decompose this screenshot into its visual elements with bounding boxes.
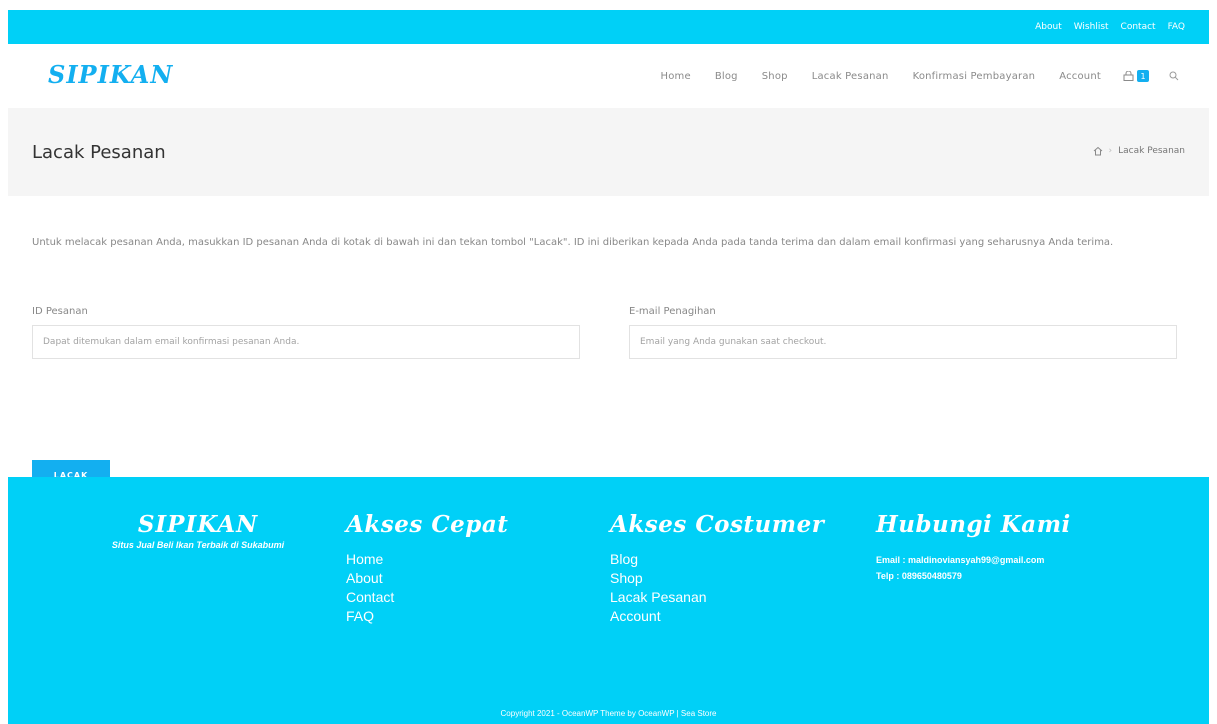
top-link-about[interactable]: About: [1035, 22, 1062, 32]
footer-brand: SIPIKAN Situs Jual Beli Ikan Terbaik di …: [68, 511, 328, 550]
nav-lacak-pesanan[interactable]: Lacak Pesanan: [812, 71, 889, 82]
top-bar: About Wishlist Contact FAQ: [8, 10, 1209, 44]
footer-link-lacak-pesanan[interactable]: Lacak Pesanan: [610, 588, 824, 607]
nav-blog[interactable]: Blog: [715, 71, 738, 82]
footer-logo[interactable]: SIPIKAN: [68, 511, 328, 538]
footer-link-home[interactable]: Home: [346, 550, 508, 569]
search-icon[interactable]: [1169, 71, 1179, 81]
breadcrumb-separator: ›: [1108, 146, 1113, 156]
nav-home[interactable]: Home: [660, 71, 690, 82]
order-id-field-group: ID Pesanan: [32, 306, 580, 359]
home-icon[interactable]: [1093, 146, 1103, 156]
nav-shop[interactable]: Shop: [762, 71, 788, 82]
footer-contact: Hubungi Kami Email : maldinoviansyah99@g…: [876, 511, 1071, 584]
site-header: SIPIKAN Home Blog Shop Lacak Pesanan Kon…: [8, 44, 1209, 108]
order-id-label: ID Pesanan: [32, 306, 88, 317]
billing-email-input[interactable]: [629, 325, 1177, 359]
cart-icon: [1123, 71, 1134, 81]
top-link-faq[interactable]: FAQ: [1168, 22, 1185, 32]
footer-email: Email : maldinoviansyah99@gmail.com: [876, 555, 1045, 565]
footer-quick-links: Home About Contact FAQ: [346, 550, 508, 626]
footer-link-faq[interactable]: FAQ: [346, 607, 508, 626]
top-link-contact[interactable]: Contact: [1121, 22, 1156, 32]
intro-text: Untuk melacak pesanan Anda, masukkan ID …: [32, 237, 1114, 248]
footer-contact-heading: Hubungi Kami: [876, 511, 1071, 538]
top-bar-menu: About Wishlist Contact FAQ: [1035, 10, 1185, 44]
breadcrumb-current: Lacak Pesanan: [1118, 146, 1185, 156]
site-footer: SIPIKAN Situs Jual Beli Ikan Terbaik di …: [8, 477, 1209, 724]
footer-tagline: Situs Jual Beli Ikan Terbaik di Sukabumi: [111, 540, 285, 550]
page-header: Lacak Pesanan › Lacak Pesanan: [8, 108, 1209, 196]
cart-count-badge: 1: [1137, 70, 1149, 82]
billing-email-label: E-mail Penagihan: [629, 306, 716, 317]
footer-link-about[interactable]: About: [346, 569, 508, 588]
footer-contact-details: Email : maldinoviansyah99@gmail.com Telp…: [876, 552, 1071, 584]
footer-quick-access: Akses Cepat Home About Contact FAQ: [346, 511, 508, 626]
footer-link-shop[interactable]: Shop: [610, 569, 824, 588]
site-logo[interactable]: SIPIKAN: [48, 60, 173, 89]
footer-copyright: Copyright 2021 - OceanWP Theme by OceanW…: [500, 709, 717, 718]
main-nav: Home Blog Shop Lacak Pesanan Konfirmasi …: [636, 44, 1179, 108]
footer-phone: Telp : 089650480579: [876, 571, 962, 581]
footer-link-blog[interactable]: Blog: [610, 550, 824, 569]
nav-account[interactable]: Account: [1059, 71, 1101, 82]
footer-link-account[interactable]: Account: [610, 607, 824, 626]
order-id-input[interactable]: [32, 325, 580, 359]
cart-button[interactable]: 1: [1123, 70, 1149, 82]
footer-quick-heading: Akses Cepat: [346, 511, 509, 538]
footer-link-contact[interactable]: Contact: [346, 588, 508, 607]
breadcrumb: › Lacak Pesanan: [1093, 146, 1185, 156]
billing-email-field-group: E-mail Penagihan: [629, 306, 1177, 359]
page: About Wishlist Contact FAQ SIPIKAN Home …: [8, 0, 1209, 724]
track-order-content: Untuk melacak pesanan Anda, masukkan ID …: [32, 232, 1187, 490]
footer-customer-heading: Akses Costumer: [610, 511, 825, 538]
page-title: Lacak Pesanan: [32, 142, 166, 163]
footer-customer-access: Akses Costumer Blog Shop Lacak Pesanan A…: [610, 511, 824, 626]
footer-customer-links: Blog Shop Lacak Pesanan Account: [610, 550, 824, 626]
top-link-wishlist[interactable]: Wishlist: [1074, 22, 1109, 32]
nav-konfirmasi-pembayaran[interactable]: Konfirmasi Pembayaran: [913, 71, 1036, 82]
